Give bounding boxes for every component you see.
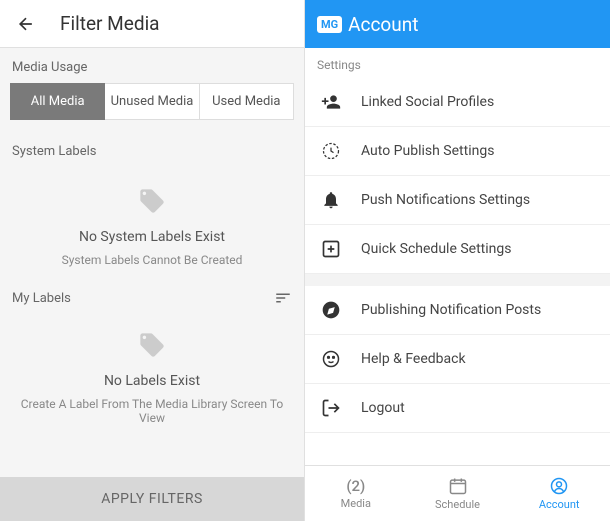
timer-icon	[319, 141, 343, 161]
system-labels-empty: No System Labels Exist System Labels Can…	[0, 167, 304, 279]
menu-gap	[305, 274, 610, 286]
menu-item-label: Push Notifications Settings	[361, 192, 530, 208]
nav-label: Media	[341, 497, 371, 510]
media-count-icon: (2)	[346, 477, 365, 495]
person-add-icon	[319, 92, 343, 112]
my-labels-empty-sub: Create A Label From The Media Library Sc…	[16, 397, 288, 425]
bottom-nav: (2) Media Schedule Account	[305, 465, 610, 521]
nav-schedule[interactable]: Schedule	[407, 466, 509, 521]
nav-label: Schedule	[435, 498, 480, 511]
system-labels-empty-title: No System Labels Exist	[16, 229, 288, 245]
menu-logout[interactable]: Logout	[305, 384, 610, 433]
filter-media-panel: Filter Media Media Usage All Media Unuse…	[0, 0, 305, 521]
account-icon	[549, 476, 569, 496]
app-badge: MG	[317, 16, 342, 33]
tag-icon	[138, 187, 166, 215]
nav-account[interactable]: Account	[508, 466, 610, 521]
account-panel: MG Account Settings Linked Social Profil…	[305, 0, 610, 521]
calendar-icon	[448, 476, 468, 496]
tag-icon	[138, 331, 166, 359]
media-usage-tabs: All Media Unused Media Used Media	[10, 83, 294, 120]
nav-label: Account	[539, 498, 580, 511]
menu-item-label: Auto Publish Settings	[361, 143, 494, 159]
logout-icon	[319, 398, 343, 418]
my-labels-empty-title: No Labels Exist	[16, 373, 288, 389]
tab-all-media[interactable]: All Media	[10, 83, 105, 120]
my-labels-empty: No Labels Exist Create A Label From The …	[0, 311, 304, 437]
left-header: Filter Media	[0, 0, 304, 48]
right-header: MG Account	[305, 0, 610, 48]
menu-quick-schedule[interactable]: Quick Schedule Settings	[305, 225, 610, 274]
system-labels-empty-sub: System Labels Cannot Be Created	[16, 253, 288, 267]
menu-item-label: Logout	[361, 400, 405, 416]
media-usage-label: Media Usage	[0, 48, 304, 83]
menu-push-notifications[interactable]: Push Notifications Settings	[305, 176, 610, 225]
page-title: Filter Media	[60, 12, 160, 35]
menu-help-feedback[interactable]: Help & Feedback	[305, 335, 610, 384]
apply-filters-button[interactable]: APPLY FILTERS	[0, 477, 304, 521]
my-labels-header: My Labels	[0, 279, 304, 311]
compass-icon	[319, 300, 343, 320]
system-labels-heading: System Labels	[0, 132, 304, 167]
tab-used-media[interactable]: Used Media	[200, 83, 294, 120]
sort-icon[interactable]	[274, 289, 292, 307]
menu-auto-publish-settings[interactable]: Auto Publish Settings	[305, 127, 610, 176]
menu-linked-social-profiles[interactable]: Linked Social Profiles	[305, 78, 610, 127]
tab-unused-media[interactable]: Unused Media	[105, 83, 199, 120]
my-labels-heading: My Labels	[12, 291, 71, 306]
settings-label: Settings	[305, 48, 610, 78]
menu-item-label: Quick Schedule Settings	[361, 241, 511, 257]
back-icon[interactable]	[16, 14, 36, 34]
menu-publishing-notification-posts[interactable]: Publishing Notification Posts	[305, 286, 610, 335]
settings-menu: Linked Social Profiles Auto Publish Sett…	[305, 78, 610, 433]
menu-item-label: Help & Feedback	[361, 351, 466, 367]
menu-item-label: Linked Social Profiles	[361, 94, 494, 110]
add-box-icon	[319, 239, 343, 259]
bell-icon	[319, 190, 343, 210]
account-title: Account	[348, 13, 418, 36]
nav-media[interactable]: (2) Media	[305, 466, 407, 521]
menu-item-label: Publishing Notification Posts	[361, 302, 541, 318]
face-icon	[319, 349, 343, 369]
